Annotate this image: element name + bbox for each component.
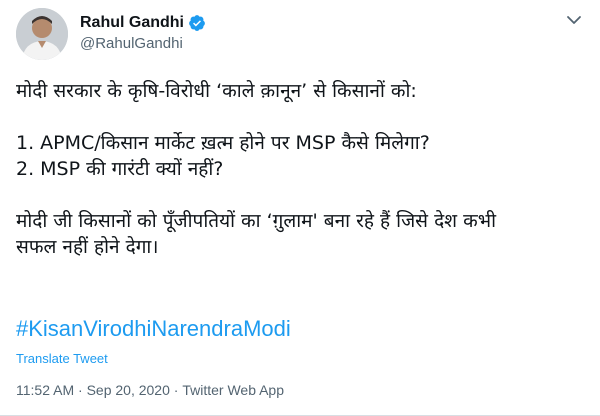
meta-separator: · <box>78 382 83 398</box>
tweet-line: मोदी सरकार के कृषि-विरोधी ‘काले क़ानून’ … <box>16 80 417 102</box>
tweet-line: मोदी जी किसानों को पूँजीपतियों का ‘ग़ुला… <box>16 210 496 232</box>
tweet-line-spacer <box>16 104 584 130</box>
verified-badge-icon <box>188 14 206 32</box>
meta-separator: · <box>173 382 179 398</box>
hashtag-link[interactable]: #KisanVirodhiNarendraModi <box>16 316 291 342</box>
tweet-line-spacer <box>16 182 584 208</box>
tweet-line: सफल नहीं होने देगा। <box>16 236 159 258</box>
tweet-line: 1. APMC/किसान मार्केट ख़त्म होने पर MSP … <box>16 132 430 154</box>
avatar[interactable] <box>16 8 68 60</box>
chevron-down-icon[interactable] <box>564 10 584 30</box>
translate-tweet-link[interactable]: Translate Tweet <box>16 351 108 366</box>
author-names: Rahul Gandhi @RahulGandhi <box>80 14 206 52</box>
author-display-name[interactable]: Rahul Gandhi <box>80 14 184 32</box>
tweet-date[interactable]: Sep 20, 2020 <box>87 382 170 398</box>
author-handle[interactable]: @RahulGandhi <box>80 35 206 52</box>
tweet-card: Rahul Gandhi @RahulGandhi मोदी सरकार के … <box>0 0 600 416</box>
tweet-line: 2. MSP की गारंटी क्यों नहीं? <box>16 158 224 180</box>
tweet-meta: 11:52 AM · Sep 20, 2020 · Twitter Web Ap… <box>16 382 284 398</box>
tweet-source[interactable]: Twitter Web App <box>182 382 284 398</box>
tweet-text: मोदी सरकार के कृषि-विरोधी ‘काले क़ानून’ … <box>16 78 584 260</box>
tweet-header: Rahul Gandhi @RahulGandhi <box>16 8 584 64</box>
tweet-time[interactable]: 11:52 AM <box>16 382 74 398</box>
